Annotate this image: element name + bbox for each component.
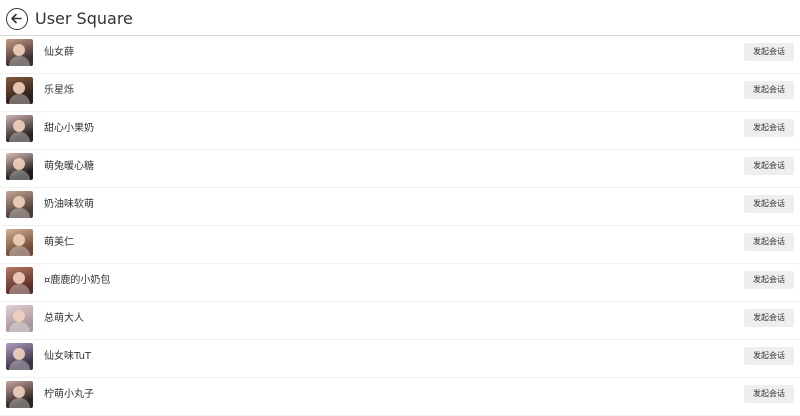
user-row[interactable]: 柠萌小丸子 发起会话: [0, 378, 800, 416]
user-avatar[interactable]: [6, 115, 33, 142]
user-row[interactable]: 萌兔暖心糖 发起会话: [0, 150, 800, 188]
avatar-shoulders: [9, 56, 30, 66]
user-row[interactable]: 甜心小果奶 发起会话: [0, 112, 800, 150]
user-name: 萌兔暖心糖: [44, 161, 94, 172]
start-chat-button[interactable]: 发起会话: [744, 195, 794, 213]
user-avatar[interactable]: [6, 191, 33, 218]
user-row[interactable]: 奶油味软萌 发起会话: [0, 188, 800, 226]
avatar-shoulders: [9, 398, 30, 408]
avatar-face: [13, 348, 25, 360]
avatar-face: [13, 82, 25, 94]
avatar-shoulders: [9, 208, 30, 218]
start-chat-button[interactable]: 发起会话: [744, 157, 794, 175]
user-avatar[interactable]: [6, 153, 33, 180]
user-name: 萌美仁: [44, 237, 74, 248]
avatar-shoulders: [9, 246, 30, 256]
start-chat-button[interactable]: 发起会话: [744, 119, 794, 137]
user-name: 仙女薛: [44, 47, 74, 58]
user-avatar[interactable]: [6, 267, 33, 294]
avatar-face: [13, 310, 25, 322]
user-name: ¤鹿鹿的小奶包: [44, 275, 111, 286]
start-chat-button[interactable]: 发起会话: [744, 43, 794, 61]
start-chat-button[interactable]: 发起会话: [744, 385, 794, 403]
user-name: 奶油味软萌: [44, 199, 94, 210]
avatar-shoulders: [9, 360, 30, 370]
avatar-face: [13, 386, 25, 398]
avatar-face: [13, 158, 25, 170]
start-chat-button[interactable]: 发起会话: [744, 347, 794, 365]
avatar-shoulders: [9, 132, 30, 142]
user-list: 仙女薛 发起会话 乐星烁 发起会话 甜心小果奶 发起会话 萌兔暖心糖 发起会话 奶油味软萌 发起会…: [0, 36, 800, 416]
user-avatar[interactable]: [6, 229, 33, 256]
user-row[interactable]: 乐星烁 发起会话: [0, 74, 800, 112]
user-row[interactable]: 萌美仁 发起会话: [0, 226, 800, 264]
user-avatar[interactable]: [6, 39, 33, 66]
arrow-left-icon: [11, 13, 22, 24]
start-chat-button[interactable]: 发起会话: [744, 233, 794, 251]
app-header: User Square: [0, 0, 800, 36]
user-name: 柠萌小丸子: [44, 389, 94, 400]
avatar-shoulders: [9, 94, 30, 104]
avatar-shoulders: [9, 170, 30, 180]
user-avatar[interactable]: [6, 305, 33, 332]
avatar-face: [13, 196, 25, 208]
user-avatar[interactable]: [6, 77, 33, 104]
avatar-face: [13, 44, 25, 56]
page-title: User Square: [35, 9, 133, 28]
avatar-shoulders: [9, 284, 30, 294]
start-chat-button[interactable]: 发起会话: [744, 309, 794, 327]
user-avatar[interactable]: [6, 381, 33, 408]
avatar-face: [13, 272, 25, 284]
avatar-shoulders: [9, 322, 30, 332]
avatar-face: [13, 120, 25, 132]
user-name: 甜心小果奶: [44, 123, 94, 134]
start-chat-button[interactable]: 发起会话: [744, 271, 794, 289]
user-name: 仙女味TuT: [44, 351, 92, 362]
user-name: 乐星烁: [44, 85, 74, 96]
user-avatar[interactable]: [6, 343, 33, 370]
user-row[interactable]: 仙女味TuT 发起会话: [0, 340, 800, 378]
user-name: 总萌大人: [44, 313, 84, 324]
user-row[interactable]: 仙女薛 发起会话: [0, 36, 800, 74]
avatar-face: [13, 234, 25, 246]
user-row[interactable]: 总萌大人 发起会话: [0, 302, 800, 340]
back-button[interactable]: [6, 8, 28, 30]
user-row[interactable]: ¤鹿鹿的小奶包 发起会话: [0, 264, 800, 302]
start-chat-button[interactable]: 发起会话: [744, 81, 794, 99]
